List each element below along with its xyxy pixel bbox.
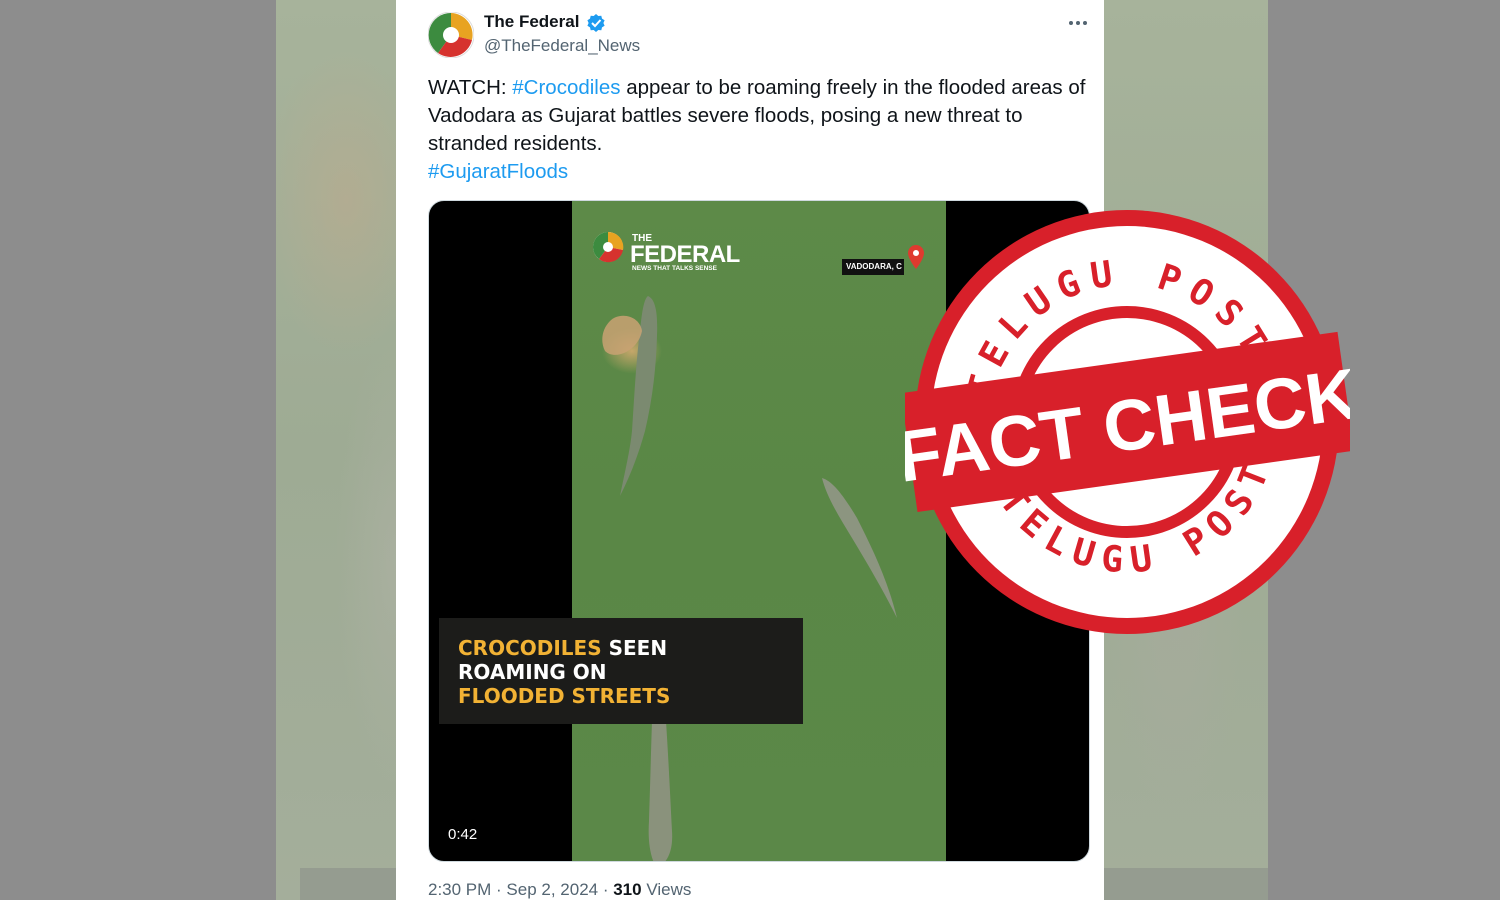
video-frame: THE FEDERAL NEWS THAT TALKS SENSE VADODA… [572, 201, 946, 861]
avatar[interactable] [428, 12, 474, 58]
tweet-meta: 2:30 PM · Sep 2, 2024 · 310 Views [428, 880, 691, 900]
fact-check-stamp: TELUGU POST TELUGU POST FACT CHECK [905, 210, 1350, 634]
video-brand-tagline: NEWS THAT TALKS SENSE [632, 265, 717, 272]
views-label: Views [641, 880, 692, 899]
background-left [0, 0, 276, 900]
crocodile-image-3 [648, 721, 673, 861]
tweet-text: WATCH: #Crocodiles appear to be roaming … [428, 74, 1090, 186]
crocodile-image-2 [822, 478, 897, 618]
hashtag-gujarat-floods[interactable]: #GujaratFloods [428, 160, 568, 183]
tweet-text-prefix: WATCH: [428, 76, 513, 99]
more-options-icon[interactable] [1066, 12, 1090, 34]
author-handle[interactable]: @TheFederal_News [484, 36, 640, 56]
tweet-timestamp[interactable]: 2:30 PM · Sep 2, 2024 · [428, 880, 613, 899]
video-caption: CROCODILES SEEN ROAMING ON FLOODED STREE… [439, 618, 803, 724]
crocodile-image-1 [602, 296, 658, 496]
author-name[interactable]: The Federal [484, 12, 579, 32]
caption-line-1: CROCODILES SEEN [458, 636, 803, 660]
federal-logo-icon [593, 231, 624, 263]
views-count: 310 [613, 880, 642, 899]
hashtag-crocodiles[interactable]: #Crocodiles [512, 76, 620, 99]
caption-line-1-rest: SEEN [601, 636, 668, 660]
video-duration: 0:42 [443, 823, 483, 847]
caption-line-3: FLOODED STREETS [458, 684, 671, 708]
verified-badge-icon [587, 14, 605, 32]
caption-line-2: ROAMING ON [458, 660, 607, 684]
caption-highlight: CROCODILES [458, 636, 602, 660]
video-location-label: VADODARA, C [842, 259, 904, 275]
